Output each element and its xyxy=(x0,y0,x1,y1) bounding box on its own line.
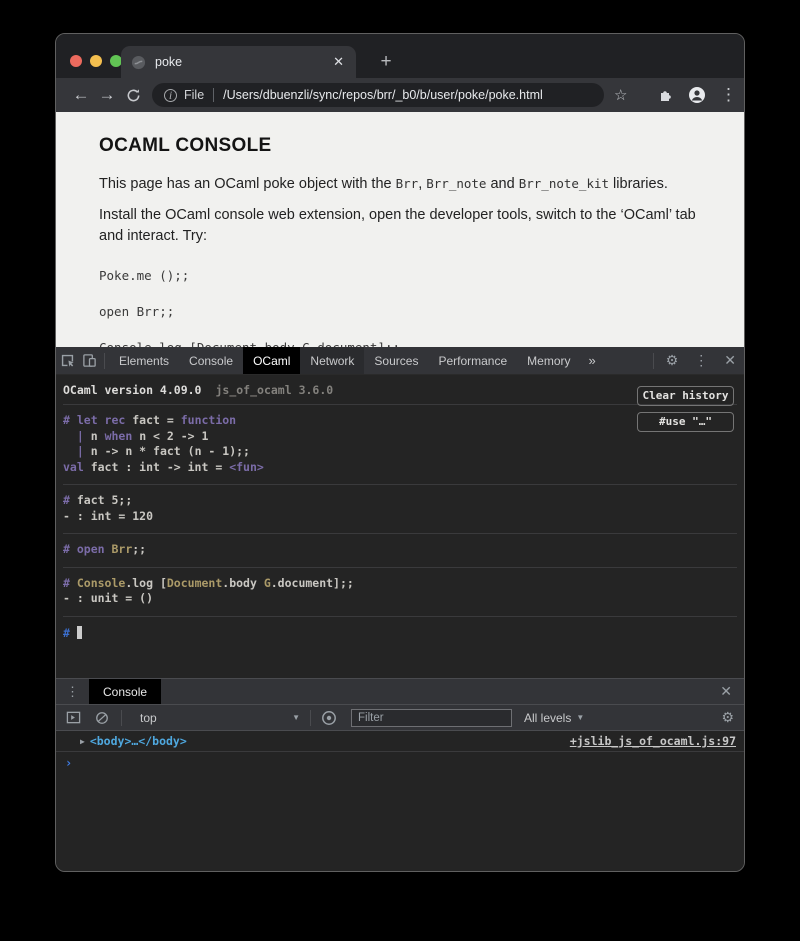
omnibox-divider xyxy=(213,88,214,102)
ocaml-history-entry: # open Brr;; xyxy=(63,534,737,568)
devtools-tab-memory[interactable]: Memory xyxy=(517,347,580,374)
devtools-tab-performance[interactable]: Performance xyxy=(428,347,517,374)
page-info-icon[interactable]: i xyxy=(164,89,177,102)
live-expression-eye-icon[interactable] xyxy=(321,710,337,726)
page-code-line: Poke.me ();; xyxy=(99,268,701,283)
ocaml-panel: OCaml version 4.09.0 js_of_ocaml 3.6.0 #… xyxy=(56,375,744,678)
back-icon[interactable]: ← xyxy=(68,85,94,105)
ocaml-history: # let rec fact = function | n when n < 2… xyxy=(63,405,737,617)
toolbar-divider xyxy=(121,710,122,726)
use-file-button[interactable]: #use "…" xyxy=(637,412,734,432)
page-paragraph-1: This page has an OCaml poke object with … xyxy=(99,173,699,195)
bookmark-star-icon[interactable]: ☆ xyxy=(614,86,627,104)
console-messages: ▶ <body>…</body> +jslib_js_of_ocaml.js:9… xyxy=(56,731,744,871)
tab-title: poke xyxy=(155,55,331,69)
browser-menu-icon[interactable]: ⋮ xyxy=(720,85,732,105)
profile-avatar-icon[interactable] xyxy=(688,86,706,104)
console-settings-gear-icon[interactable]: ⚙ xyxy=(721,709,734,726)
tab-close-icon[interactable]: ✕ xyxy=(331,54,346,70)
close-window-button[interactable] xyxy=(70,55,82,67)
devtools-tab-elements[interactable]: Elements xyxy=(109,347,179,374)
chevron-down-icon: ▼ xyxy=(292,713,300,722)
reload-icon[interactable] xyxy=(120,87,146,103)
page-content: OCAML CONSOLE This page has an OCaml pok… xyxy=(56,112,744,347)
inspect-element-icon[interactable] xyxy=(56,353,78,368)
page-title: OCAML CONSOLE xyxy=(99,135,701,157)
logged-dom-node[interactable]: <body>…</body> xyxy=(90,734,187,748)
devtools-settings-gear-icon[interactable]: ⚙ xyxy=(658,352,687,369)
log-levels-dropdown[interactable]: All levels ▼ xyxy=(524,711,584,725)
console-prompt-chevron: › xyxy=(65,756,72,770)
devtools-tab-ocaml[interactable]: OCaml xyxy=(243,347,300,374)
clear-console-icon[interactable] xyxy=(95,711,109,725)
toolbar-divider xyxy=(653,353,654,369)
devtools-tab-sources[interactable]: Sources xyxy=(364,347,428,374)
page-paragraph-2: Install the OCaml console web extension,… xyxy=(99,205,699,247)
ocaml-prompt-line[interactable]: # xyxy=(63,617,737,651)
chevron-down-icon: ▼ xyxy=(576,713,584,722)
new-tab-button[interactable]: + xyxy=(374,51,398,73)
console-log-row[interactable]: ▶ <body>…</body> +jslib_js_of_ocaml.js:9… xyxy=(56,731,744,752)
text-cursor xyxy=(77,626,82,639)
tab-strip: poke ✕ + xyxy=(56,34,744,78)
address-bar[interactable]: i File /Users/dbuenzli/sync/repos/brr/_b… xyxy=(152,83,604,107)
browser-tab[interactable]: poke ✕ xyxy=(121,46,356,78)
devtools-tab-network[interactable]: Network xyxy=(300,347,364,374)
device-toolbar-icon[interactable] xyxy=(78,353,100,368)
ocaml-history-entry: # Console.log [Document.body G.document]… xyxy=(63,568,737,617)
context-selector[interactable]: top ▼ xyxy=(140,711,300,725)
ocaml-version-row: OCaml version 4.09.0 js_of_ocaml 3.6.0 xyxy=(63,375,737,405)
drawer-header: ⋮ Console ✕ xyxy=(56,678,744,704)
toolbar-divider xyxy=(310,710,311,726)
clear-history-button[interactable]: Clear history xyxy=(637,386,734,406)
tab-favicon-icon xyxy=(131,55,146,70)
console-sidebar-toggle-icon[interactable] xyxy=(66,710,81,725)
console-prompt-row[interactable]: › xyxy=(56,752,744,773)
page-code-line: open Brr;; xyxy=(99,304,701,319)
console-toolbar: top ▼ All levels ▼ ⚙ xyxy=(56,704,744,731)
ocaml-history-entry: # let rec fact = function | n when n < 2… xyxy=(63,405,737,485)
jsofocaml-version: js_of_ocaml 3.6.0 xyxy=(215,383,333,397)
ocaml-history-entry: # fact 5;;- : int = 120 xyxy=(63,485,737,534)
devtools-tabbar: Elements Console OCaml Network Sources P… xyxy=(56,347,744,375)
devtools-menu-icon[interactable]: ⋮ xyxy=(686,352,716,369)
extensions-puzzle-icon[interactable] xyxy=(658,87,674,103)
context-selector-value: top xyxy=(140,711,292,725)
drawer-menu-icon[interactable]: ⋮ xyxy=(56,684,89,700)
log-levels-value: All levels xyxy=(524,711,571,725)
window-controls xyxy=(70,55,122,67)
browser-toolbar: ← → i File /Users/dbuenzli/sync/repos/br… xyxy=(56,78,744,112)
source-location-link[interactable]: +jslib_js_of_ocaml.js:97 xyxy=(570,734,736,748)
forward-icon[interactable]: → xyxy=(94,85,120,105)
devtools-tab-console[interactable]: Console xyxy=(179,347,243,374)
drawer-tab-console[interactable]: Console xyxy=(89,679,161,704)
url-scheme-label: File xyxy=(184,88,204,102)
console-filter-input[interactable] xyxy=(351,709,512,727)
minimize-window-button[interactable] xyxy=(90,55,102,67)
more-tabs-icon[interactable]: » xyxy=(581,353,604,368)
browser-window: poke ✕ + ← → i File /Users/dbuenzli/sync… xyxy=(55,33,745,872)
page-code-line: Console.log [Document.body G.document];; xyxy=(99,340,701,347)
ocaml-version: OCaml version 4.09.0 xyxy=(63,383,201,397)
expand-triangle-icon[interactable]: ▶ xyxy=(80,737,85,746)
drawer-close-icon[interactable]: ✕ xyxy=(708,683,744,700)
url-text[interactable]: /Users/dbuenzli/sync/repos/brr/_b0/b/use… xyxy=(223,88,543,102)
devtools-close-icon[interactable]: ✕ xyxy=(716,352,744,369)
toolbar-divider xyxy=(104,353,105,369)
